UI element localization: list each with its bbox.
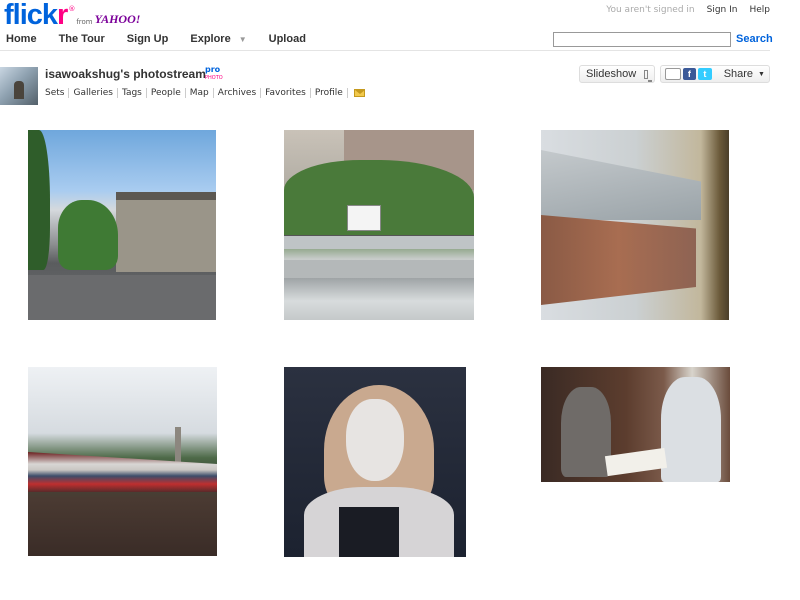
sign-in-link[interactable]: Sign In: [707, 5, 738, 15]
help-link[interactable]: Help: [749, 5, 770, 15]
nav-sign-up[interactable]: Sign Up: [127, 33, 169, 45]
subnav-galleries[interactable]: Galleries: [69, 88, 118, 98]
photo-paper: [604, 447, 668, 477]
photo-shirt: [339, 507, 399, 557]
photo-thumbnail-train-window-station[interactable]: [541, 130, 729, 320]
photo-road: [28, 275, 216, 320]
photo-thumbnail-street-houses[interactable]: [28, 130, 216, 320]
yahoo-logo: YAHOO!: [94, 12, 141, 26]
photo-face: [346, 399, 404, 481]
pro-badge-sub: PHOTO: [205, 75, 223, 81]
subnav-sets[interactable]: Sets: [45, 88, 70, 98]
subnav-tags[interactable]: Tags: [118, 88, 147, 98]
main-nav: Home The Tour Sign Up Explore ▼ Upload: [6, 33, 328, 45]
slideshow-button[interactable]: Slideshow: [579, 65, 655, 83]
search-button[interactable]: Search: [736, 33, 773, 45]
nav-upload[interactable]: Upload: [269, 33, 306, 45]
slideshow-label: Slideshow: [586, 68, 637, 80]
flickr-logo[interactable]: flick r ® from YAHOO!: [4, 0, 140, 30]
photo-thumbnail-painted-portrait-woman[interactable]: [284, 367, 466, 557]
photo-tree-left: [28, 130, 50, 270]
logo-wordmark-blue: flick: [4, 0, 58, 31]
buddy-icon[interactable]: [0, 67, 38, 105]
subnav-favorites[interactable]: Favorites: [261, 88, 311, 98]
logo-from-text: from: [76, 18, 93, 26]
facebook-icon[interactable]: f: [682, 68, 697, 80]
photo-sign: [347, 205, 381, 231]
photo-figure-right: [661, 377, 721, 482]
nav-home[interactable]: Home: [6, 33, 37, 45]
photo-tree: [58, 200, 118, 270]
share-chevron-down-icon[interactable]: ▼: [758, 71, 765, 78]
photo-platform: [284, 260, 474, 278]
photo-house: [116, 192, 216, 272]
email-share-icon[interactable]: [665, 68, 681, 80]
monitor-icon: [644, 69, 652, 82]
share-toolbar: f t Share ▼: [660, 65, 770, 83]
nav-divider: [0, 50, 770, 51]
subnav-people[interactable]: People: [147, 88, 186, 98]
logo-wordmark-pink: r: [57, 0, 68, 31]
share-button[interactable]: Share: [724, 68, 753, 80]
subnav-map[interactable]: Map: [186, 88, 214, 98]
account-links: You aren't signed in Sign In Help: [606, 5, 770, 15]
photostream-title[interactable]: isawoakshug's photostream: [45, 67, 206, 81]
mail-icon[interactable]: [353, 89, 365, 97]
photo-train: [28, 452, 217, 492]
photo-thumbnail-railway-platform[interactable]: [284, 130, 474, 320]
photo-thumbnail-passing-train-blur[interactable]: [28, 367, 217, 556]
photo-station-wall: [541, 215, 696, 305]
nav-explore[interactable]: Explore ▼: [190, 33, 246, 45]
subnav-archives[interactable]: Archives: [214, 88, 262, 98]
stream-subnav: Sets Galleries Tags People Map Archives …: [45, 88, 365, 98]
pro-badge[interactable]: pro PHOTO: [205, 66, 223, 82]
photo-canopy: [541, 150, 701, 220]
signin-status: You aren't signed in: [606, 5, 695, 15]
search-input[interactable]: [553, 32, 731, 47]
photo-railing: [284, 235, 474, 249]
photo-figure-left: [561, 387, 611, 477]
subnav-profile[interactable]: Profile: [311, 88, 348, 98]
registered-mark: ®: [68, 5, 76, 13]
nav-explore-label: Explore: [190, 33, 231, 45]
photo-tower: [175, 427, 181, 467]
chevron-down-icon[interactable]: ▼: [239, 35, 247, 44]
photo-thumbnail-painted-two-men[interactable]: [541, 367, 730, 482]
twitter-icon[interactable]: t: [698, 68, 712, 80]
pro-badge-label: pro: [205, 65, 221, 74]
nav-the-tour[interactable]: The Tour: [59, 33, 105, 45]
